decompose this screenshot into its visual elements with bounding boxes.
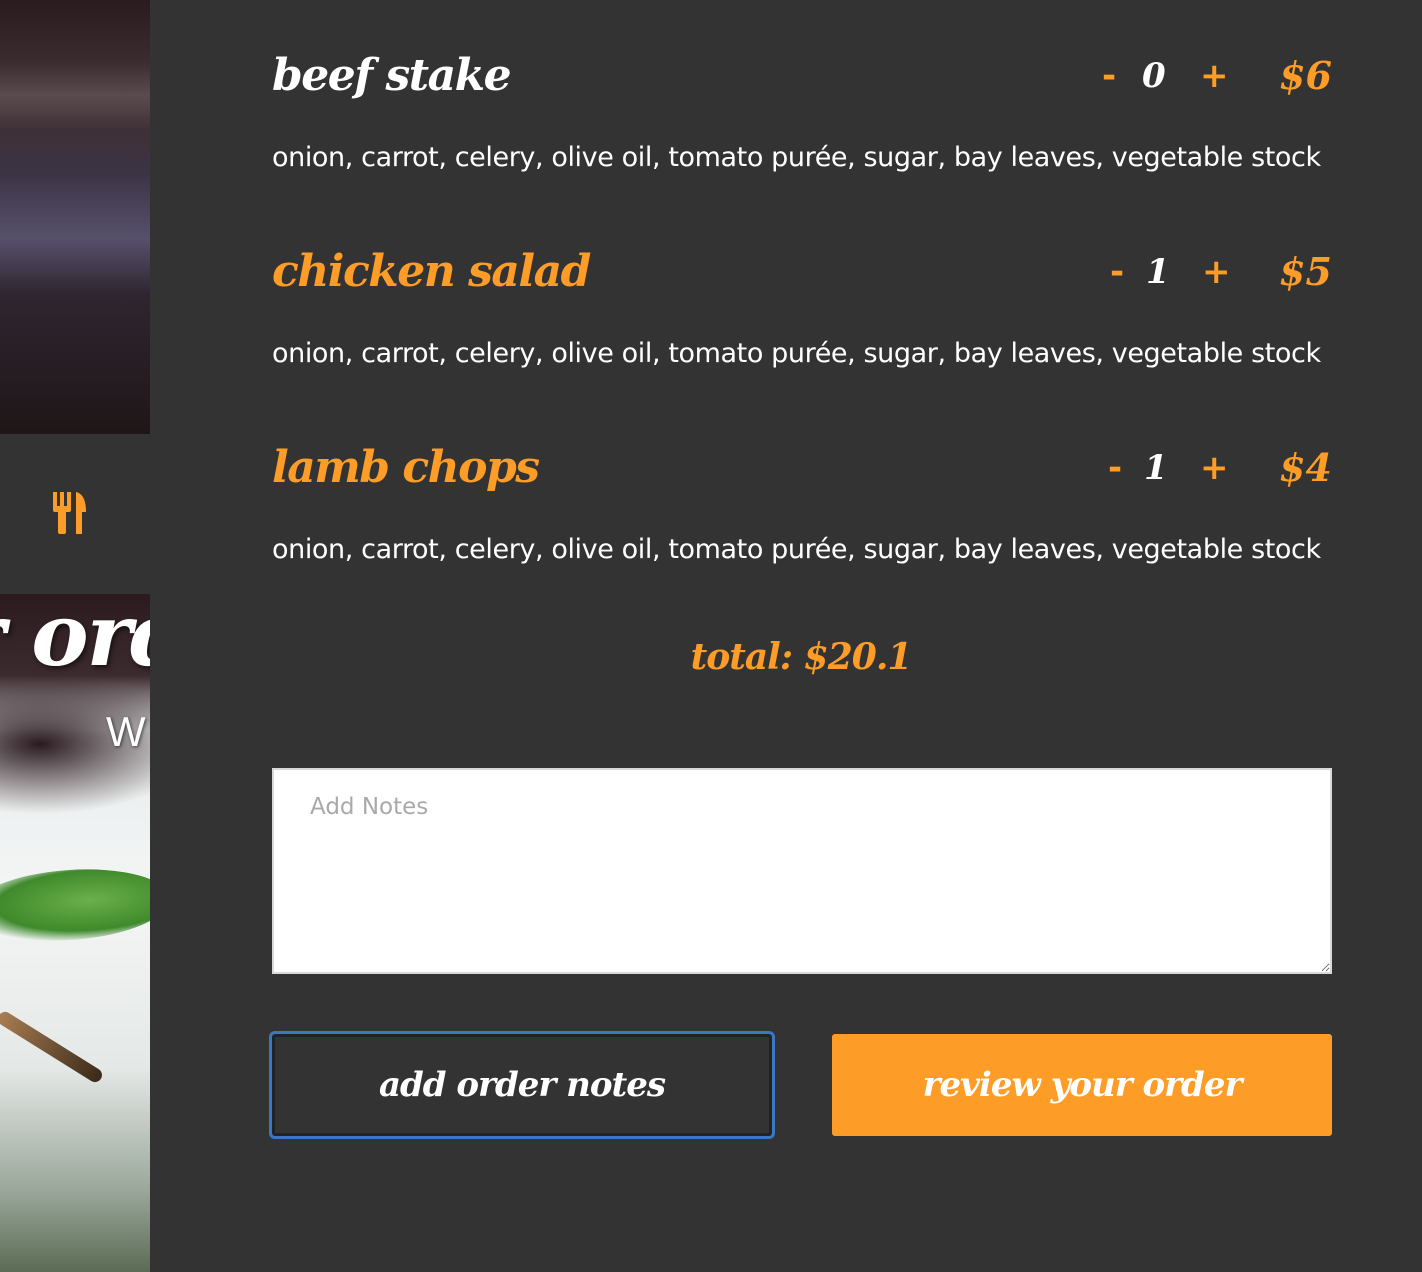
order-total: total: $20.1	[690, 636, 913, 678]
increase-button[interactable]: +	[1200, 446, 1229, 490]
item-price: $6	[1279, 53, 1332, 98]
add-order-notes-button[interactable]: add order notes	[272, 1034, 772, 1136]
quantity-value: 1	[1146, 252, 1170, 292]
quantity-stepper: - 0 +	[1102, 54, 1232, 104]
quantity-value: 1	[1144, 448, 1168, 488]
item-name: beef stake	[272, 50, 512, 101]
item-price: $4	[1279, 445, 1332, 490]
item-name: chicken salad	[272, 246, 591, 297]
item-name: lamb chops	[272, 442, 540, 493]
menu-item-chicken-salad: chicken salad - 1 + $5 onion, carrot, ce…	[272, 246, 1332, 376]
background-photo-top	[0, 0, 150, 434]
hero-title: r ord	[0, 585, 150, 686]
item-description: onion, carrot, celery, olive oil, tomato…	[272, 534, 1321, 565]
quantity-stepper: - 1 +	[1108, 446, 1238, 496]
decrease-button[interactable]: -	[1110, 250, 1124, 294]
decrease-button[interactable]: -	[1108, 446, 1122, 490]
hero-subtitle: W	[106, 708, 146, 755]
notes-textarea[interactable]	[272, 768, 1332, 974]
fork-knife-icon[interactable]	[50, 488, 90, 536]
increase-button[interactable]: +	[1202, 250, 1231, 294]
increase-button[interactable]: +	[1200, 54, 1229, 98]
background-strip: r ord W	[0, 0, 150, 1272]
decrease-button[interactable]: -	[1102, 54, 1116, 98]
item-description: onion, carrot, celery, olive oil, tomato…	[272, 338, 1321, 369]
quantity-stepper: - 1 +	[1110, 250, 1240, 300]
menu-item-lamb-chops: lamb chops - 1 + $4 onion, carrot, celer…	[272, 442, 1332, 572]
quantity-value: 0	[1142, 56, 1166, 96]
item-description: onion, carrot, celery, olive oil, tomato…	[272, 142, 1321, 173]
menu-item-beef-stake: beef stake - 0 + $6 onion, carrot, celer…	[272, 50, 1332, 180]
order-panel: beef stake - 0 + $6 onion, carrot, celer…	[150, 0, 1422, 1272]
item-price: $5	[1279, 249, 1332, 294]
review-order-button[interactable]: review your order	[832, 1034, 1332, 1136]
